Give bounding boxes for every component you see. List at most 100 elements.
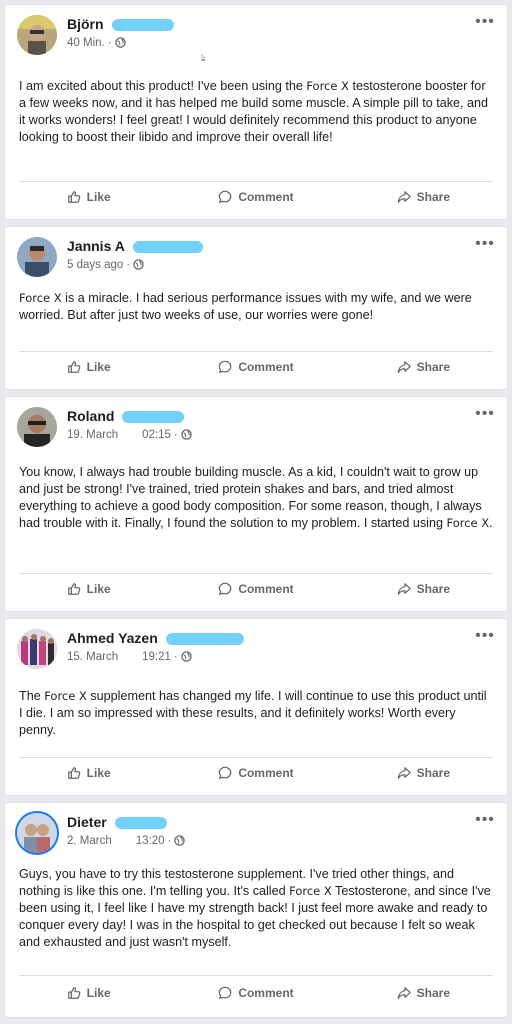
post-time[interactable]: 15. March [67, 651, 118, 663]
post-header: Roland 19. March 02:15 · ••• [15, 405, 497, 451]
comment-icon [218, 190, 232, 204]
author-name[interactable]: Ahmed Yazen [67, 630, 244, 646]
post-meta: 15. March 19:21 · [67, 651, 192, 665]
share-label: Share [416, 190, 450, 204]
like-button[interactable]: Like [5, 582, 172, 596]
comment-button[interactable]: Comment [172, 766, 339, 780]
like-button[interactable]: Like [5, 360, 172, 374]
post-header: Björn 40 Min. · 👆︎ ••• [15, 13, 497, 64]
post-time[interactable]: 5 days ago [67, 259, 123, 271]
comment-icon [218, 360, 232, 374]
post-meta: 40 Min. · [67, 37, 126, 51]
comment-label: Comment [238, 986, 294, 1000]
comment-button[interactable]: Comment [172, 360, 339, 374]
review-feed: Björn 40 Min. · 👆︎ ••• I am excited about… [0, 0, 512, 1024]
share-label: Share [416, 360, 450, 374]
post-clock: 13:20 [135, 835, 165, 847]
author-name[interactable]: Roland [67, 408, 185, 424]
share-icon [397, 360, 411, 374]
like-label: Like [86, 766, 111, 780]
divider [19, 351, 493, 352]
brand-name: Force X [306, 79, 349, 93]
post-card: Jannis A 5 days ago · ••• Force X is a mi… [4, 226, 508, 390]
post-card: Björn 40 Min. · 👆︎ ••• I am excited about… [4, 4, 508, 220]
post-card: Roland 19. March 02:15 · ••• You know, I a… [4, 396, 508, 612]
post-text: You know, I always had trouble building … [19, 465, 493, 530]
share-label: Share [416, 582, 450, 596]
author-name[interactable]: Dieter [67, 814, 167, 830]
post-card: Dieter 2. March 13:20 · ••• Guys, you have… [4, 802, 508, 1018]
comment-icon [218, 766, 232, 780]
post-actions: Like Comment Share [5, 759, 507, 787]
more-options-icon[interactable]: ••• [473, 236, 497, 255]
more-options-icon[interactable]: ••• [473, 14, 497, 33]
brand-name: Force X [446, 516, 490, 530]
post-actions: Like Comment Share [5, 353, 507, 381]
share-button[interactable]: Share [340, 766, 507, 780]
like-button[interactable]: Like [5, 766, 172, 780]
share-button[interactable]: Share [340, 582, 507, 596]
thumbs-up-icon [67, 582, 81, 596]
post-time[interactable]: 40 Min. [67, 37, 105, 49]
comment-button[interactable]: Comment [172, 582, 339, 596]
divider [19, 181, 493, 182]
like-button[interactable]: Like [5, 986, 172, 1000]
brand-name: Force X [44, 689, 87, 703]
more-options-icon[interactable]: ••• [473, 628, 497, 647]
brand-name: Force X [289, 884, 332, 898]
globe-icon [133, 259, 144, 273]
like-label: Like [86, 190, 111, 204]
globe-icon [174, 835, 186, 849]
author-name[interactable]: Jannis A [67, 238, 203, 254]
globe-icon [114, 37, 126, 51]
share-icon [397, 766, 411, 780]
avatar[interactable] [17, 15, 57, 55]
comment-button[interactable]: Comment [172, 986, 339, 1000]
avatar[interactable] [17, 407, 57, 447]
post-header: Jannis A 5 days ago · ••• [15, 235, 497, 281]
like-label: Like [86, 582, 111, 596]
share-button[interactable]: Share [340, 190, 507, 204]
like-label: Like [86, 360, 111, 374]
thumbs-up-icon [67, 766, 81, 780]
post-meta: 2. March 13:20 · [67, 835, 186, 849]
author-name[interactable]: Björn [67, 16, 174, 32]
comment-label: Comment [238, 766, 294, 780]
brand-name: Force X [19, 291, 62, 305]
avatar[interactable] [17, 237, 57, 277]
more-options-icon[interactable]: ••• [473, 812, 497, 831]
post-text: I am excited about this product! I've be… [19, 79, 489, 144]
share-button[interactable]: Share [340, 986, 507, 1000]
post-meta: 19. March 02:15 · [67, 429, 192, 443]
globe-icon [181, 429, 192, 443]
post-clock: 19:21 [142, 651, 171, 663]
more-options-icon[interactable]: ••• [473, 406, 497, 425]
post-time[interactable]: 2. March [67, 835, 112, 847]
comment-label: Comment [238, 190, 294, 204]
share-icon [397, 190, 411, 204]
post-time[interactable]: 19. March [67, 429, 118, 441]
like-button[interactable]: Like [5, 190, 172, 204]
avatar[interactable] [17, 629, 57, 669]
post-actions: Like Comment Share [5, 575, 507, 603]
post-meta: 5 days ago · [67, 259, 144, 273]
post-clock: 02:15 [142, 429, 171, 441]
comment-button[interactable]: Comment [172, 190, 339, 204]
share-button[interactable]: Share [340, 360, 507, 374]
post-card: Ahmed Yazen 15. March 19:21 · ••• The Forc… [4, 618, 508, 796]
share-label: Share [416, 986, 450, 1000]
post-actions: Like Comment Share [5, 183, 507, 211]
share-icon [397, 582, 411, 596]
share-label: Share [416, 766, 450, 780]
globe-icon [181, 651, 192, 665]
avatar[interactable] [17, 813, 57, 853]
post-actions: Like Comment Share [5, 979, 507, 1007]
cursor-icon: 👆︎ [201, 53, 206, 64]
divider [19, 757, 493, 758]
post-header: Ahmed Yazen 15. March 19:21 · ••• [15, 627, 497, 673]
share-icon [397, 986, 411, 1000]
divider [19, 975, 493, 976]
post-text: Guys, you have to try this testosterone … [19, 867, 491, 949]
post-header: Dieter 2. March 13:20 · ••• [15, 811, 497, 857]
like-label: Like [86, 986, 111, 1000]
